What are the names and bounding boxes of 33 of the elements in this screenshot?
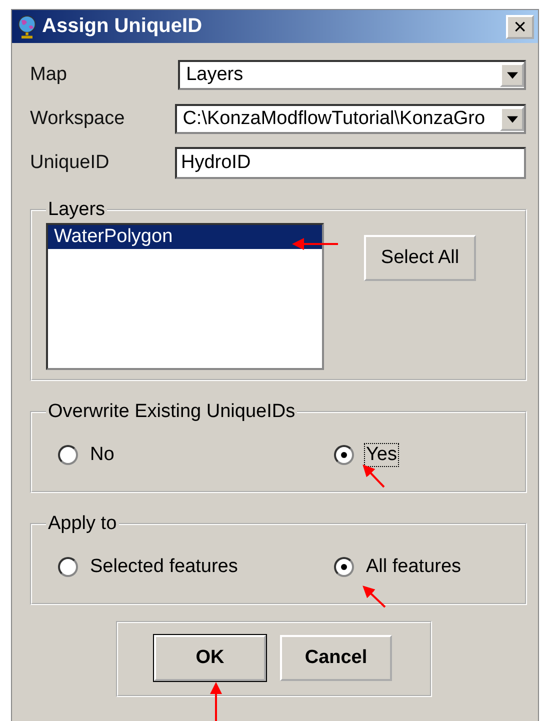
radio-label: No: [89, 443, 116, 467]
radio-button[interactable]: [334, 445, 354, 465]
close-button[interactable]: ×: [506, 14, 534, 38]
radio-button[interactable]: [58, 557, 78, 577]
caret-icon: [506, 116, 518, 122]
list-item[interactable]: WaterPolygon: [48, 225, 322, 249]
annotation-arrow: [362, 464, 385, 488]
dropdown-field[interactable]: C:\KonzaModflowTutorial\KonzaGro: [174, 104, 526, 134]
annotation-arrow: [292, 238, 338, 250]
group-title: Apply to: [47, 513, 118, 535]
window-title: Assign UniqueID: [42, 15, 204, 38]
radio-label: All features: [365, 555, 462, 579]
radio-label: Yes: [364, 443, 399, 467]
field-label: Workspace: [30, 108, 126, 130]
caret-icon: [506, 72, 518, 78]
list-box[interactable]: WaterPolygon: [46, 223, 324, 370]
cancel-button[interactable]: Cancel: [280, 635, 392, 681]
dropdown-arrow-button[interactable]: [500, 63, 524, 87]
radio-button[interactable]: [334, 557, 354, 577]
dropdown-arrow-button[interactable]: [500, 107, 524, 131]
radio-label: Selected features: [89, 555, 239, 579]
field-label: Map: [30, 64, 68, 86]
group-title: Overwrite Existing UniqueIDs: [47, 401, 296, 423]
field-label: UniqueID: [30, 152, 110, 174]
ok-button[interactable]: OK: [154, 635, 266, 681]
select-all-button[interactable]: Select All: [364, 235, 476, 281]
globe-icon: [16, 14, 38, 38]
group-title: Layers: [47, 199, 106, 221]
annotation-arrow: [362, 586, 386, 608]
text-field[interactable]: HydroID: [175, 147, 526, 179]
annotation-arrow: [210, 682, 222, 721]
dropdown-field[interactable]: Layers: [178, 60, 526, 90]
radio-button[interactable]: [58, 445, 78, 465]
